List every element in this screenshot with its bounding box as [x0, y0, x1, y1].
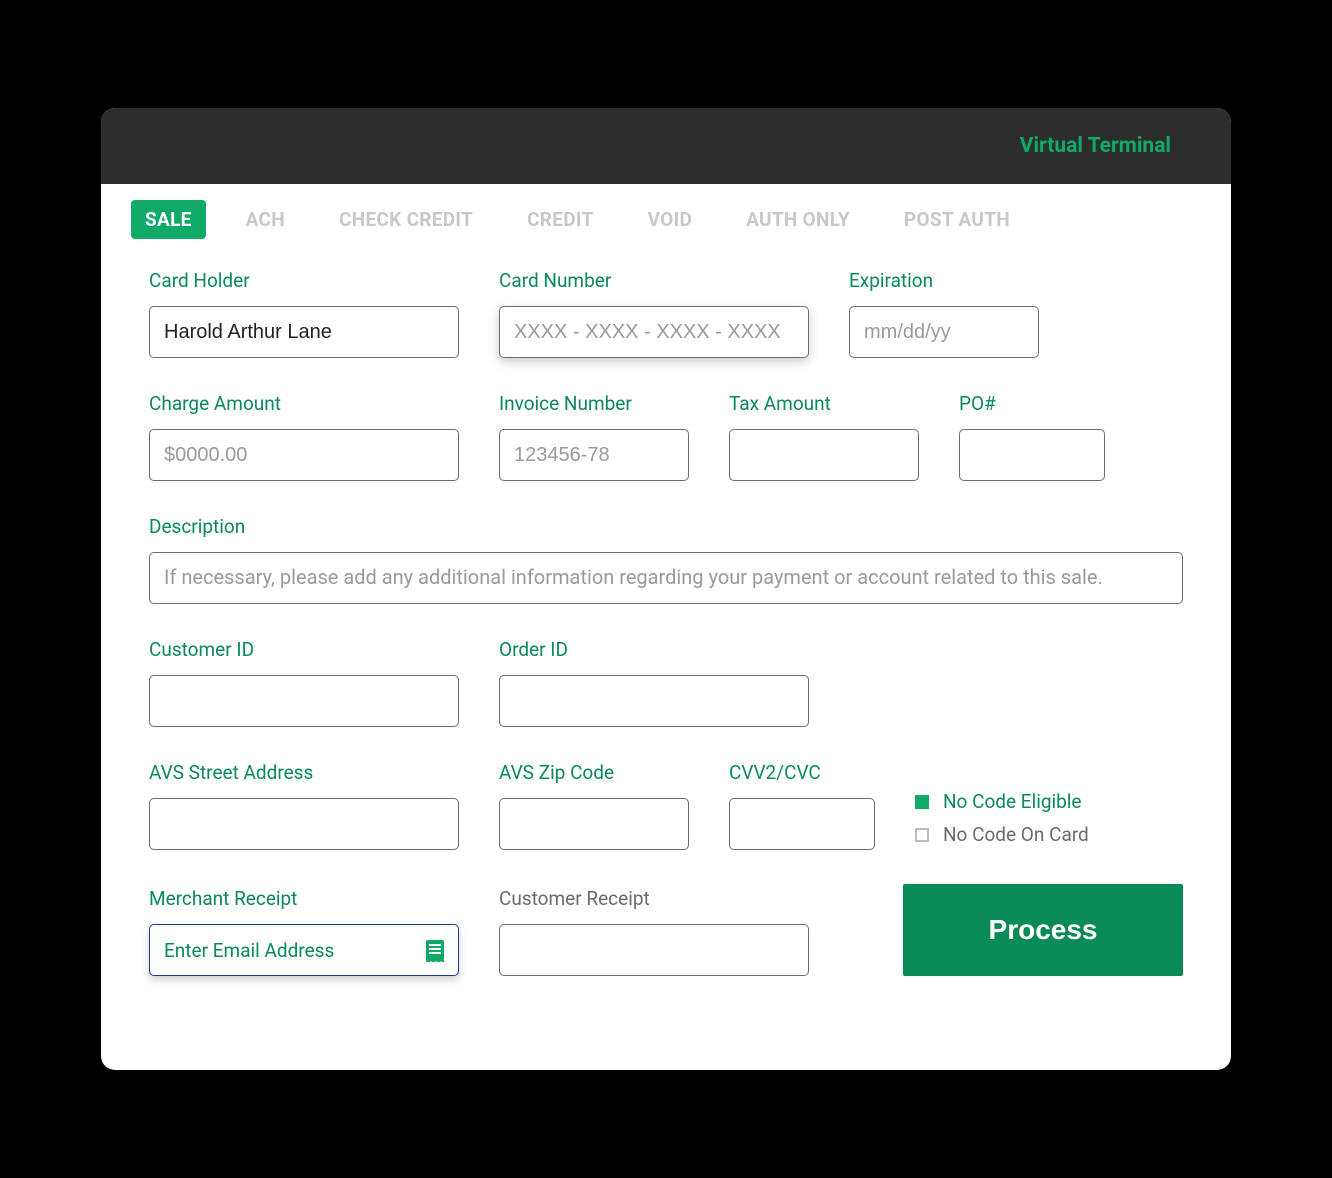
checkbox-checked-icon: [915, 795, 929, 809]
tab-sale[interactable]: SALE: [131, 200, 206, 239]
no-code-eligible-label: No Code Eligible: [943, 790, 1082, 813]
customer-id-label: Customer ID: [149, 638, 459, 661]
description-input[interactable]: [149, 552, 1183, 604]
tab-void[interactable]: VOID: [634, 200, 707, 239]
invoice-number-label: Invoice Number: [499, 392, 689, 415]
order-id-input[interactable]: [499, 675, 809, 727]
titlebar: Virtual Terminal: [101, 108, 1231, 184]
avs-street-label: AVS Street Address: [149, 761, 459, 784]
merchant-receipt-placeholder: Enter Email Address: [164, 939, 426, 962]
virtual-terminal-window: Virtual Terminal SALE ACH CHECK CREDIT C…: [101, 108, 1231, 1070]
expiration-input[interactable]: [849, 306, 1039, 358]
merchant-receipt-label: Merchant Receipt: [149, 887, 459, 910]
merchant-receipt-input[interactable]: Enter Email Address: [149, 924, 459, 976]
card-holder-input[interactable]: [149, 306, 459, 358]
tab-check-credit[interactable]: CHECK CREDIT: [325, 200, 487, 239]
no-code-on-card-checkbox[interactable]: No Code On Card: [915, 823, 1089, 846]
no-code-eligible-checkbox[interactable]: No Code Eligible: [915, 790, 1089, 813]
receipt-icon: [426, 940, 444, 960]
order-id-label: Order ID: [499, 638, 809, 661]
customer-id-input[interactable]: [149, 675, 459, 727]
sale-form: Card Holder Card Number Expiration Charg…: [101, 239, 1231, 1070]
tax-amount-label: Tax Amount: [729, 392, 919, 415]
cvv-options: No Code Eligible No Code On Card: [915, 790, 1089, 850]
card-number-input[interactable]: [499, 306, 809, 358]
no-code-on-card-label: No Code On Card: [943, 823, 1089, 846]
process-button[interactable]: Process: [903, 884, 1183, 976]
tab-post-auth[interactable]: POST AUTH: [890, 200, 1024, 239]
tax-amount-input[interactable]: [729, 429, 919, 481]
customer-receipt-input[interactable]: [499, 924, 809, 976]
tab-auth-only[interactable]: AUTH ONLY: [732, 200, 864, 239]
tab-ach[interactable]: ACH: [232, 200, 299, 239]
invoice-number-input[interactable]: [499, 429, 689, 481]
cvv-label: CVV2/CVC: [729, 761, 875, 784]
card-number-label: Card Number: [499, 269, 809, 292]
charge-amount-label: Charge Amount: [149, 392, 459, 415]
tab-credit[interactable]: CREDIT: [513, 200, 608, 239]
app-title: Virtual Terminal: [1020, 134, 1171, 158]
po-number-input[interactable]: [959, 429, 1105, 481]
po-number-label: PO#: [959, 392, 1105, 415]
description-label: Description: [149, 515, 1183, 538]
customer-receipt-label: Customer Receipt: [499, 887, 809, 910]
avs-zip-label: AVS Zip Code: [499, 761, 689, 784]
checkbox-unchecked-icon: [915, 828, 929, 842]
tab-bar: SALE ACH CHECK CREDIT CREDIT VOID AUTH O…: [101, 184, 1231, 239]
charge-amount-input[interactable]: [149, 429, 459, 481]
avs-zip-input[interactable]: [499, 798, 689, 850]
cvv-input[interactable]: [729, 798, 875, 850]
avs-street-input[interactable]: [149, 798, 459, 850]
card-holder-label: Card Holder: [149, 269, 459, 292]
expiration-label: Expiration: [849, 269, 1039, 292]
